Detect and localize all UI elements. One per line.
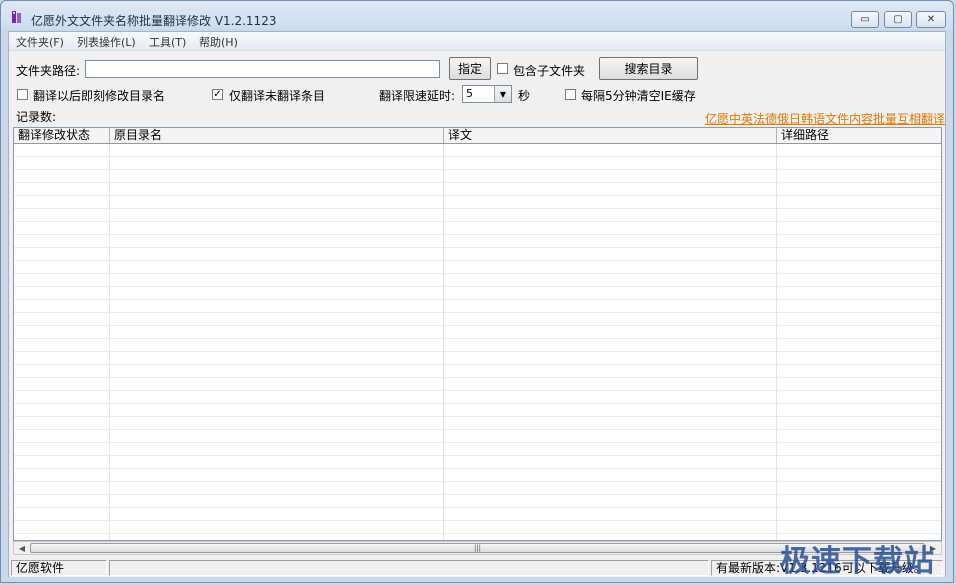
menu-help[interactable]: 帮助(H) [199, 34, 238, 50]
include-subfolders-label: 包含子文件夹 [513, 64, 586, 78]
clear-ie-cache-checkbox[interactable] [565, 89, 576, 100]
status-company: 亿愿软件 [11, 560, 107, 576]
menu-tools[interactable]: 工具(T) [149, 34, 186, 50]
only-untranslated-label: 仅翻译未翻译条目 [229, 89, 326, 103]
column-full-path[interactable]: 详细路径 [777, 128, 941, 143]
status-empty-panel [109, 560, 709, 576]
menu-folder[interactable]: 文件夹(F) [16, 34, 64, 50]
only-untranslated-checkbox[interactable]: ✓ [212, 89, 223, 100]
column-translation[interactable]: 译文 [444, 128, 777, 143]
delay-label: 翻译限速延时: [379, 89, 456, 103]
close-icon: ✕ [926, 14, 936, 25]
clear-ie-cache-label: 每隔5分钟清空IE缓存 [581, 89, 696, 103]
dropdown-arrow-icon[interactable]: ▼ [494, 86, 511, 102]
client-area: 文件夹(F) 列表操作(L) 工具(T) 帮助(H) 文件夹路径: 指定 包含子… [8, 31, 946, 577]
title-bar[interactable]: 亿愿外文文件夹名称批量翻译修改 V1.2.1123 ▭ ▢ ✕ [1, 1, 953, 31]
scroll-left-icon[interactable]: ◀ [15, 542, 29, 554]
rename-after-translate-label: 翻译以后即刻修改目录名 [33, 89, 166, 103]
app-window: 亿愿外文文件夹名称批量翻译修改 V1.2.1123 ▭ ▢ ✕ 文件夹(F) 列… [0, 0, 954, 583]
rename-after-translate-checkbox[interactable] [17, 89, 28, 100]
delay-select[interactable]: 5 ▼ [462, 85, 512, 103]
include-subfolders-checkbox[interactable] [497, 63, 508, 74]
maximize-button[interactable]: ▢ [884, 11, 912, 28]
minimize-icon: ▭ [860, 14, 870, 25]
column-original-name[interactable]: 原目录名 [110, 128, 444, 143]
results-table[interactable]: 翻译修改状态 原目录名 译文 详细路径 [13, 127, 942, 541]
minimize-button[interactable]: ▭ [851, 11, 879, 28]
column-status[interactable]: 翻译修改状态 [14, 128, 110, 143]
menu-bar: 文件夹(F) 列表操作(L) 工具(T) 帮助(H) [9, 32, 945, 51]
record-count-label: 记录数: [16, 110, 57, 124]
specify-button[interactable]: 指定 [449, 57, 491, 80]
table-header: 翻译修改状态 原目录名 译文 详细路径 [14, 128, 941, 144]
grid-line [109, 144, 110, 540]
watermark: 极速下载站 [780, 544, 935, 579]
grid-line [443, 144, 444, 540]
checkmark-icon: ✓ [213, 89, 222, 100]
app-logo-icon [12, 11, 21, 23]
delay-value: 5 [466, 87, 473, 100]
folder-path-label: 文件夹路径: [16, 64, 81, 78]
menu-list-ops[interactable]: 列表操作(L) [77, 34, 136, 50]
close-button[interactable]: ✕ [916, 11, 946, 28]
folder-path-input[interactable] [85, 60, 440, 78]
maximize-icon: ▢ [893, 14, 903, 25]
delay-unit-label: 秒 [518, 89, 531, 103]
promo-link[interactable]: 亿愿中英法德俄日韩语文件内容批量互相翻译 [705, 110, 945, 127]
search-directory-button[interactable]: 搜索目录 [599, 57, 698, 80]
table-body[interactable] [14, 144, 941, 540]
grid-line [776, 144, 777, 540]
window-title: 亿愿外文文件夹名称批量翻译修改 V1.2.1123 [31, 14, 277, 28]
grip-icon: ||| [473, 544, 482, 552]
